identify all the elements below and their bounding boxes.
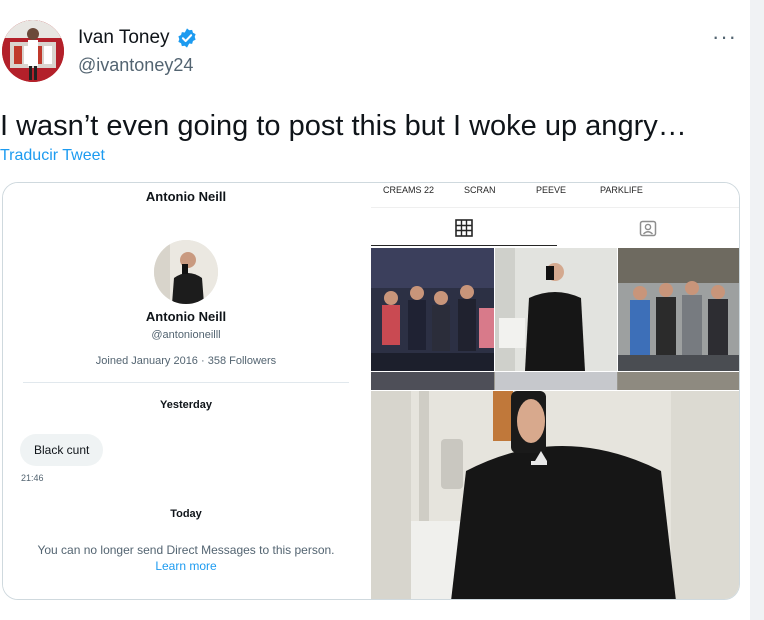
tweet-media-image[interactable]: Antonio Neill Antonio Neill @antonioneil… (2, 182, 740, 600)
author-handle[interactable]: @ivantoney24 (78, 55, 193, 76)
dm-date-separator-yesterday: Yesterday (160, 399, 212, 411)
tweet-text: I wasn’t even going to post this but I w… (0, 110, 687, 142)
author-name-text: Ivan Toney (78, 27, 170, 48)
dm-learn-more-link: Learn more (155, 559, 217, 573)
dm-profile-meta: Joined January 2016 · 358 Followers (95, 355, 277, 367)
dm-message-time: 21:46 (21, 473, 44, 483)
dm-blocked-notice: You can no longer send Direct Messages t… (37, 543, 335, 557)
translate-tweet-link[interactable]: Traducir Tweet (0, 147, 105, 165)
ig-post-photo (371, 391, 739, 599)
ig-post-enlarged (371, 391, 739, 599)
instagram-screenshot-panel: CREAMS 22 SCRAN PEEVE PARKLIFE (371, 183, 739, 599)
dm-message-bubble: Black cunt (20, 434, 104, 466)
ig-highlight-label: SCRAN (464, 185, 496, 195)
ig-highlight-label: PEEVE (536, 185, 567, 195)
ig-post-photo (618, 248, 739, 371)
ig-highlight-label: CREAMS 22 (383, 185, 435, 195)
dm-avatar-photo (154, 240, 218, 304)
dm-profile-avatar (154, 240, 218, 304)
dm-screenshot-panel: Antonio Neill Antonio Neill @antonioneil… (3, 183, 369, 599)
verified-badge-icon (177, 28, 196, 48)
ig-highlights-row: CREAMS 22 SCRAN PEEVE PARKLIFE (371, 185, 739, 199)
ig-highlight-label: PARKLIFE (600, 185, 643, 195)
page-scroll-gutter (750, 0, 764, 620)
ig-post-thumbnail (371, 248, 494, 371)
author-avatar[interactable] (2, 20, 64, 82)
dm-date-separator-today: Today (170, 508, 202, 520)
grid-icon (455, 219, 473, 237)
dm-divider (23, 382, 349, 383)
ig-tab-bar (371, 207, 739, 247)
author-name[interactable]: Ivan Toney (78, 27, 198, 49)
author-avatar-image (2, 20, 64, 82)
ig-post-row-partial (371, 372, 739, 390)
ig-active-tab-indicator (371, 245, 557, 246)
ig-post-photo (371, 248, 494, 371)
dm-profile-handle: @antonioneilll (151, 329, 221, 341)
dm-profile-name: Antonio Neill (145, 309, 227, 324)
ig-post-thumbnail (495, 248, 617, 371)
more-options-button[interactable]: ··· (712, 26, 737, 48)
tagged-photos-icon (639, 220, 657, 237)
ig-post-thumbnail (618, 248, 739, 371)
ig-post-photo (371, 372, 739, 390)
ig-post-photo (495, 248, 617, 371)
dm-header-name: Antonio Neill (145, 189, 227, 204)
